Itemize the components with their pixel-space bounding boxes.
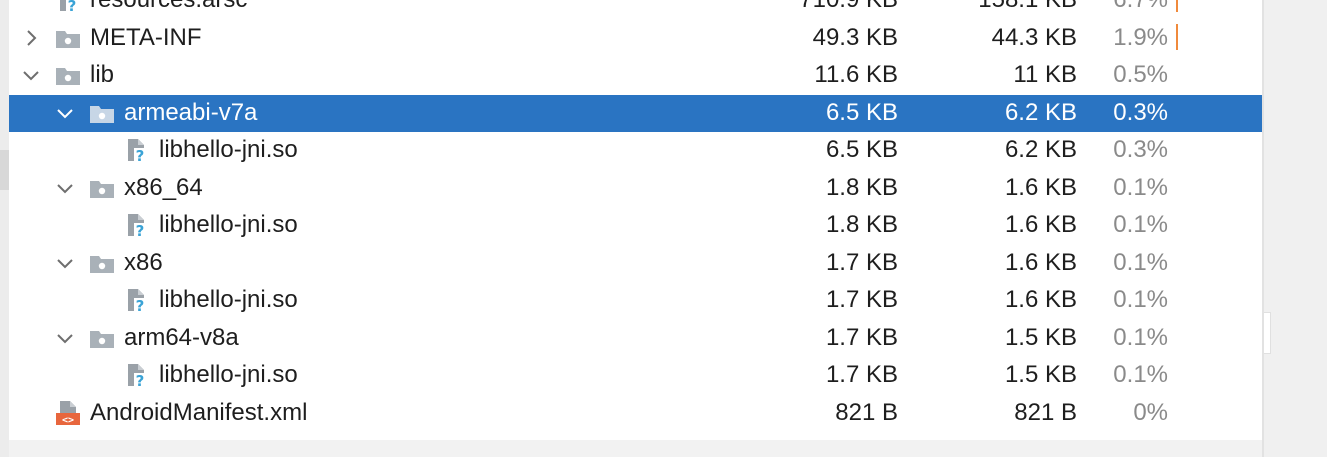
tree-row-meta-inf[interactable]: META-INF 49.3 KB 44.3 KB 1.9%: [9, 20, 1262, 57]
folder-icon: [54, 62, 82, 88]
folder-icon: [88, 250, 116, 276]
row-name: x86_64: [124, 173, 203, 201]
size-percent: 0%: [1133, 398, 1168, 426]
row-name: META-INF: [90, 23, 202, 51]
tree-row-libhello-jni-so[interactable]: ? libhello-jni.so 1.7 KB 1.6 KB 0.1%: [9, 282, 1262, 319]
download-size: 1.6 KB: [1004, 248, 1077, 276]
row-name: libhello-jni.so: [159, 361, 298, 388]
row-name: AndroidManifest.xml: [90, 398, 308, 426]
size-percent: 0.1%: [1113, 361, 1168, 388]
download-size: 6.2 KB: [1004, 136, 1077, 163]
row-name: libhello-jni.so: [159, 211, 298, 238]
chevron-down-icon[interactable]: [20, 63, 42, 87]
row-name: x86: [124, 248, 163, 276]
gutter-marker: [0, 150, 9, 190]
xml-file-icon: <>: [54, 400, 82, 426]
download-size: 821 B: [1014, 398, 1077, 426]
tree-row-androidmanifest-xml[interactable]: <> AndroidManifest.xml 821 B 821 B 0%: [9, 395, 1262, 432]
svg-text:?: ?: [136, 372, 145, 388]
tree-row-x86[interactable]: x86 1.7 KB 1.6 KB 0.1%: [9, 245, 1262, 282]
svg-text:?: ?: [136, 222, 145, 238]
svg-text:?: ?: [136, 147, 145, 163]
chevron-down-icon[interactable]: [54, 176, 76, 200]
unknown-file-icon: ?: [122, 212, 150, 238]
scrollbar-edge[interactable]: [1264, 312, 1271, 354]
folder-icon: [54, 25, 82, 51]
raw-size: 49.3 KB: [812, 23, 898, 51]
raw-size: 11.6 KB: [814, 61, 898, 88]
raw-size: 1.7 KB: [825, 323, 898, 351]
tree-row-armeabi-v7a[interactable]: armeabi-v7a 6.5 KB 6.2 KB 0.3%: [9, 94, 1262, 132]
raw-size: 1.8 KB: [825, 173, 898, 201]
size-percent: 0.1%: [1113, 173, 1168, 201]
bottom-strip: [9, 440, 1262, 457]
row-name: arm64-v8a: [124, 323, 239, 351]
raw-size: 6.5 KB: [825, 136, 898, 163]
svg-text:?: ?: [136, 297, 145, 313]
raw-size: 1.7 KB: [825, 248, 898, 276]
raw-size: 1.7 KB: [825, 286, 898, 313]
tree-row-lib[interactable]: lib 11.6 KB 11 KB 0.5%: [9, 57, 1262, 94]
chevron-down-icon[interactable]: [54, 101, 76, 125]
raw-size: 821 B: [835, 398, 898, 426]
size-percent: 0.3%: [1113, 136, 1168, 163]
tree-row-libhello-jni-so[interactable]: ? libhello-jni.so 1.8 KB 1.6 KB 0.1%: [9, 207, 1262, 244]
size-percent: 0.1%: [1113, 248, 1168, 276]
row-name: lib: [90, 61, 115, 88]
row-name: resources.arsc: [90, 0, 247, 14]
tree-row-libhello-jni-so[interactable]: ? libhello-jni.so 1.7 KB 1.5 KB 0.1%: [9, 357, 1262, 394]
size-percent: 1.9%: [1113, 23, 1168, 51]
right-separator: [1262, 0, 1264, 457]
unknown-file-icon: ?: [122, 287, 150, 313]
size-percent: 0.5%: [1113, 61, 1168, 88]
row-name: libhello-jni.so: [159, 136, 298, 163]
unknown-file-icon: ?: [122, 137, 150, 163]
size-percent: 0.1%: [1113, 286, 1168, 313]
left-gutter: [0, 0, 9, 457]
download-size: 1.6 KB: [1004, 173, 1077, 201]
download-size: 11 KB: [1013, 61, 1077, 88]
raw-size: 6.5 KB: [825, 98, 898, 126]
row-name: armeabi-v7a: [124, 98, 258, 126]
chevron-right-icon[interactable]: [20, 26, 42, 50]
row-name: libhello-jni.so: [159, 286, 298, 313]
raw-size: 1.7 KB: [825, 361, 898, 388]
raw-size: 710.9 KB: [799, 0, 898, 14]
download-size: 1.6 KB: [1004, 211, 1077, 238]
download-size: 1.5 KB: [1004, 361, 1077, 388]
svg-text:?: ?: [68, 0, 77, 13]
chevron-down-icon[interactable]: [54, 251, 76, 275]
download-size: 1.5 KB: [1004, 323, 1077, 351]
folder-icon: [88, 175, 116, 201]
download-size: 1.6 KB: [1004, 286, 1077, 313]
size-percent: 6.7%: [1113, 0, 1168, 14]
size-share-bar: [1176, 0, 1178, 12]
folder-icon: [88, 100, 116, 126]
download-size: 158.1 KB: [978, 0, 1077, 14]
file-arsc-icon: ?: [54, 0, 82, 13]
unknown-file-icon: ?: [122, 362, 150, 388]
tree-row-arm64-v8a[interactable]: arm64-v8a 1.7 KB 1.5 KB 0.1%: [9, 320, 1262, 357]
svg-text:<>: <>: [62, 415, 74, 426]
apk-analyzer-tree[interactable]: ? resources.arsc 710.9 KB 158.1 KB 6.7% META-…: [9, 0, 1262, 457]
size-percent: 0.1%: [1113, 211, 1168, 238]
folder-icon: [88, 325, 116, 351]
tree-row-x86-64[interactable]: x86_64 1.8 KB 1.6 KB 0.1%: [9, 170, 1262, 207]
size-percent: 0.3%: [1113, 98, 1168, 126]
download-size: 6.2 KB: [1004, 98, 1077, 126]
size-share-bar: [1176, 23, 1178, 50]
size-percent: 0.1%: [1113, 323, 1168, 351]
tree-row-libhello-jni-so[interactable]: ? libhello-jni.so 6.5 KB 6.2 KB 0.3%: [9, 132, 1262, 169]
chevron-down-icon[interactable]: [54, 326, 76, 350]
tree-row-resources-arsc[interactable]: ? resources.arsc 710.9 KB 158.1 KB 6.7%: [9, 0, 1262, 19]
download-size: 44.3 KB: [991, 23, 1077, 51]
raw-size: 1.8 KB: [825, 211, 898, 238]
